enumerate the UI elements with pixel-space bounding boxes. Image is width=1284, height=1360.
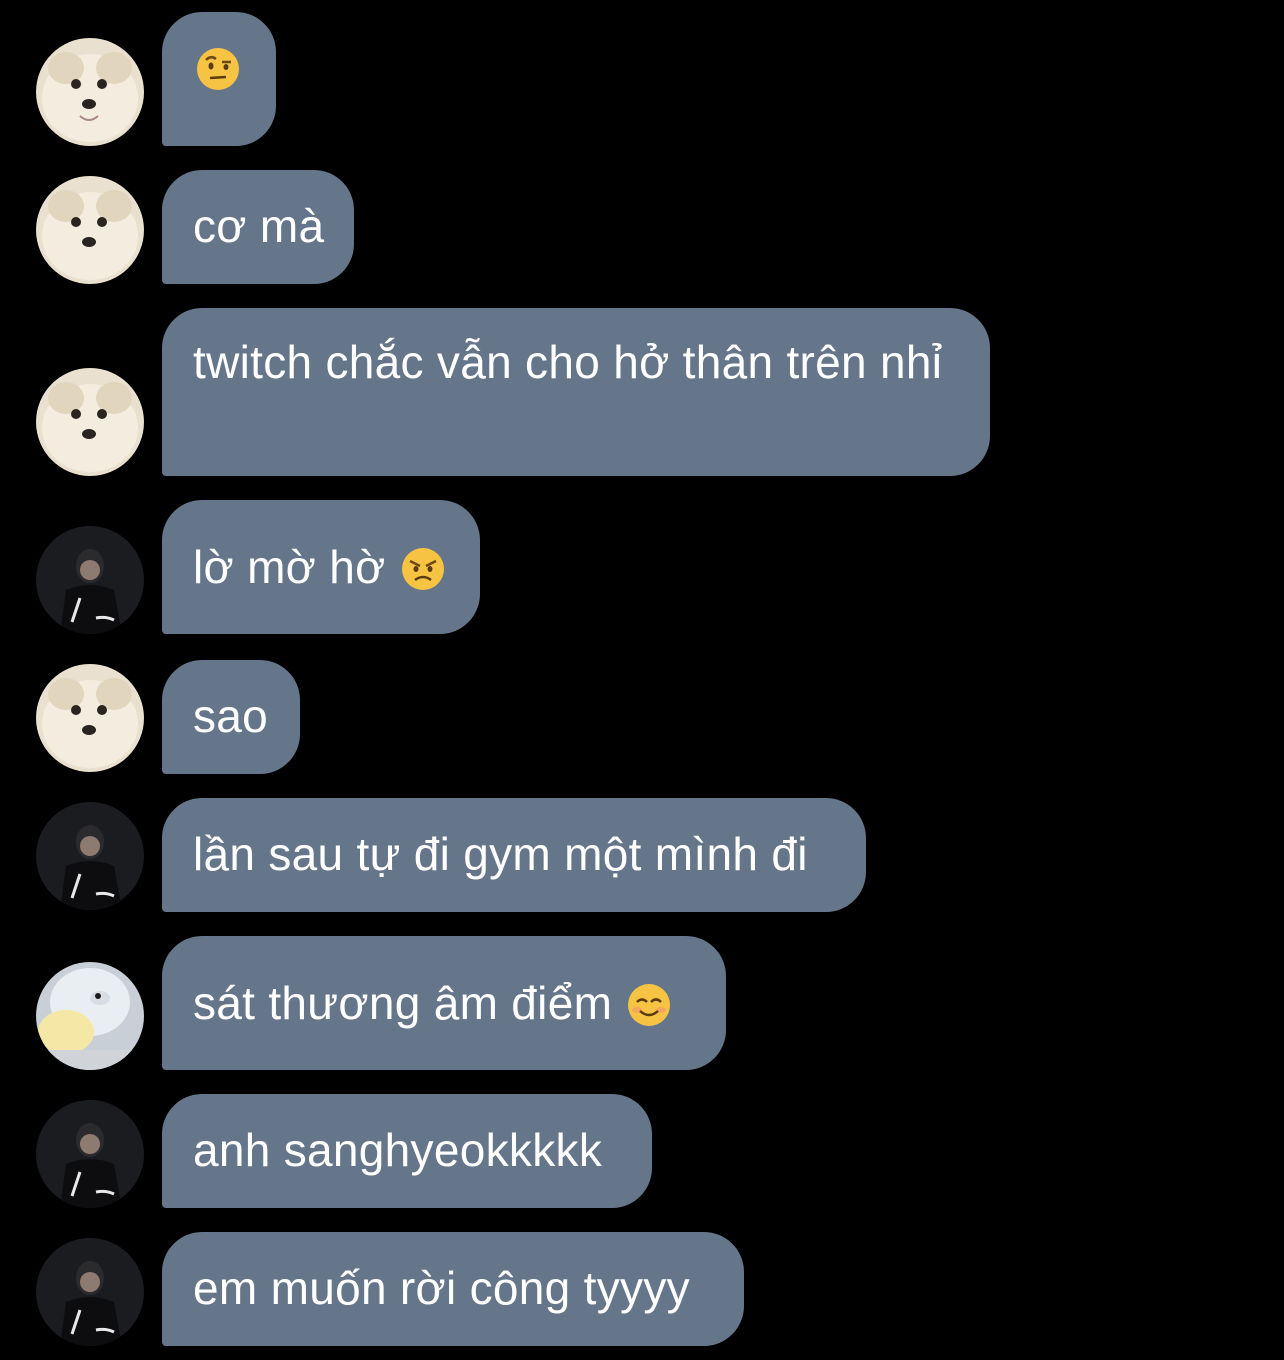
dog-avatar[interactable] (36, 38, 144, 146)
man-avatar[interactable] (36, 1100, 144, 1208)
message-bubble[interactable]: anh sanghyeokkkkk (162, 1094, 652, 1208)
message-text: em muốn rời công tyyyy (193, 1262, 690, 1314)
angry-face-emoji (401, 548, 444, 590)
message-bubble[interactable] (162, 12, 276, 146)
message-bubble[interactable]: cơ mà (162, 170, 354, 284)
message-bubble[interactable]: em muốn rời công tyyyy (162, 1232, 744, 1346)
message-text: lờ mờ hờ (193, 541, 386, 593)
message-bubble[interactable]: sát thương âm điểm (162, 936, 726, 1070)
smiling-face-emoji (628, 984, 671, 1026)
message-bubble[interactable]: lờ mờ hờ (162, 500, 480, 634)
message-bubble[interactable]: lần sau tự đi gym một mình đi (162, 798, 866, 912)
man-avatar[interactable] (36, 802, 144, 910)
face-with-raised-eyebrow-emoji (197, 48, 239, 90)
dog-avatar[interactable] (36, 664, 144, 772)
message-text: sát thương âm điểm (193, 977, 613, 1029)
message-text: cơ mà (193, 200, 325, 252)
message-bubble[interactable]: sao (162, 660, 300, 774)
message-text: lần sau tự đi gym một mình đi (193, 828, 808, 880)
message-text: anh sanghyeokkkkk (193, 1124, 603, 1176)
dog-avatar[interactable] (36, 176, 144, 284)
penguin-avatar[interactable] (36, 962, 144, 1070)
message-text: sao (193, 690, 269, 742)
message-text: twitch chắc vẫn cho hở thân trên nhỉ (193, 336, 943, 388)
man-avatar[interactable] (36, 1238, 144, 1346)
message-bubble[interactable]: twitch chắc vẫn cho hở thân trên nhỉ (162, 308, 990, 476)
man-avatar[interactable] (36, 526, 144, 634)
dog-avatar[interactable] (36, 368, 144, 476)
